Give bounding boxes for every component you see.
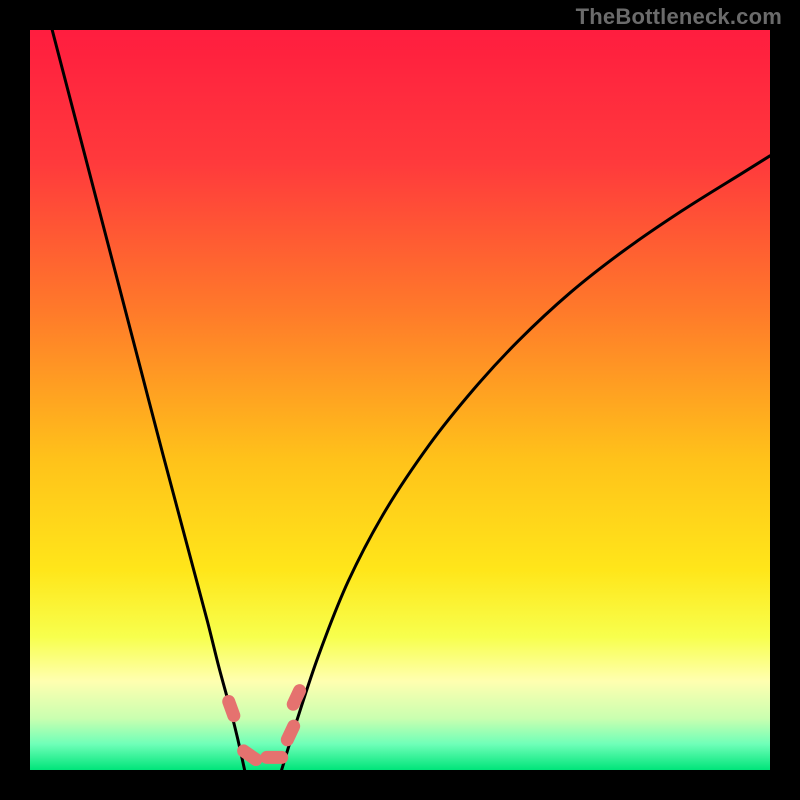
watermark-label: TheBottleneck.com <box>576 4 782 30</box>
plot-background <box>30 30 770 770</box>
chart-frame: { "watermark": "TheBottleneck.com", "cha… <box>0 0 800 800</box>
pill-mid-right <box>260 751 288 764</box>
bottleneck-chart <box>0 0 800 800</box>
